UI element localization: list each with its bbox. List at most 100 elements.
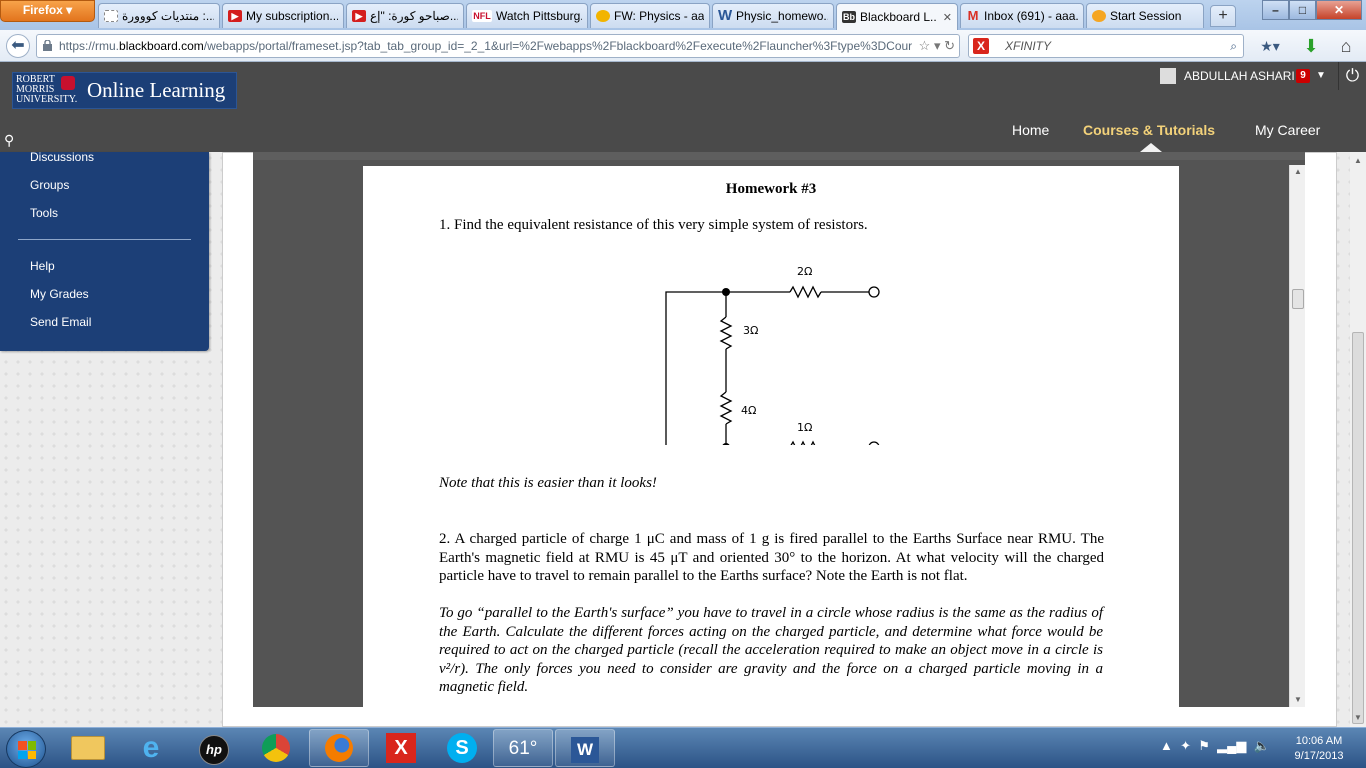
show-hidden-icons-chevron-icon[interactable]: ▲ xyxy=(1160,738,1173,753)
page-scrollbar[interactable]: ▲ ▼ xyxy=(1350,152,1366,727)
word-app-icon[interactable]: W xyxy=(555,729,615,767)
tab-youtube-sabahu[interactable]: ▶ صباحو كورة: "إع... xyxy=(346,3,464,28)
new-tab-button[interactable]: + xyxy=(1210,5,1236,27)
tab-label: منتديات كووورة :... xyxy=(122,9,214,23)
tray-app-icon[interactable]: ✦ xyxy=(1180,738,1191,753)
tab-koora[interactable]: منتديات كووورة :... xyxy=(98,3,220,28)
search-engine-label: XFINITY xyxy=(1005,39,1052,53)
system-tray: ▲ ✦ ⚑ ▂▄▆ 🔈 xyxy=(1160,738,1270,754)
page-icon xyxy=(104,10,118,22)
bookmark-star-icon[interactable]: ☆ xyxy=(919,38,931,53)
xfinity-logo-icon: X xyxy=(973,38,989,54)
action-center-flag-icon[interactable]: ⚑ xyxy=(1198,738,1210,753)
sidebar-item-my-grades[interactable]: My Grades xyxy=(30,287,89,301)
resistor-2-ohm xyxy=(789,285,822,299)
link-icon[interactable]: ⚲ xyxy=(4,132,14,149)
weather-gadget[interactable]: 61° xyxy=(493,729,553,767)
sidebar-item-discussions[interactable]: Discussions xyxy=(30,150,94,164)
viewer-toolbar xyxy=(253,152,1305,160)
tab-youtube-subscriptions[interactable]: ▶ My subscription... xyxy=(222,3,344,28)
avatar xyxy=(1160,68,1176,84)
tab-label: Blackboard L... xyxy=(860,10,937,24)
tab-nfl[interactable]: NFL Watch Pittsburg... xyxy=(466,3,588,28)
tab-physics-homework[interactable]: W Physic_homewo... xyxy=(712,3,834,28)
home-icon[interactable]: ⌂ xyxy=(1334,34,1358,58)
tab-gmail-inbox[interactable]: M Inbox (691) - aaa... xyxy=(960,3,1084,28)
bookmarks-menu-icon[interactable]: ★▾ xyxy=(1256,34,1284,58)
volume-icon[interactable]: 🔈 xyxy=(1254,738,1270,753)
reload-icon[interactable]: ↻ xyxy=(944,38,955,53)
url-path: /webapps/portal/frameset.jsp?tab_tab_gro… xyxy=(203,39,913,53)
label-4-ohm: 4Ω xyxy=(741,404,756,417)
nav-home[interactable]: Home xyxy=(1012,122,1049,138)
sidebar-item-groups[interactable]: Groups xyxy=(30,178,69,192)
nav-my-career[interactable]: My Career xyxy=(1255,122,1320,138)
blackboard-icon: Bb xyxy=(842,11,856,23)
tab-label: My subscription... xyxy=(246,9,338,23)
maximize-icon[interactable]: □ xyxy=(1289,0,1316,20)
question-2-hint: To go “parallel to the Earth's surface” … xyxy=(439,605,1103,695)
taskbar-clock[interactable]: 10:06 AM 9/17/2013 xyxy=(1284,734,1354,764)
browser-titlebar: Firefox ▾ منتديات كووورة :... ▶ My subsc… xyxy=(0,0,1366,30)
page-scroll-thumb[interactable] xyxy=(1352,332,1364,724)
junction-node xyxy=(722,443,730,445)
url-bar[interactable]: https://rmu.blackboard.com/webapps/porta… xyxy=(36,34,960,58)
junction-node xyxy=(722,288,730,296)
session-icon xyxy=(1092,10,1106,22)
url-domain: blackboard.com xyxy=(119,39,204,53)
resistor-3-ohm xyxy=(719,316,733,350)
tab-label: Inbox (691) - aaa... xyxy=(984,9,1078,23)
online-learning-title: Online Learning xyxy=(87,78,226,102)
scroll-down-icon[interactable]: ▼ xyxy=(1350,711,1366,725)
label-1-ohm: 1Ω xyxy=(797,421,812,434)
start-button[interactable] xyxy=(6,730,46,768)
document-scrollbar[interactable]: ▲ ▼ xyxy=(1289,165,1305,707)
terminal-bottom xyxy=(868,441,880,445)
search-icon[interactable]: ⌕ xyxy=(1230,35,1237,57)
tab-strip: منتديات كووورة :... ▶ My subscription...… xyxy=(98,3,1236,30)
search-bar[interactable]: X XFINITY ⌕ xyxy=(968,34,1244,58)
sidebar-item-tools[interactable]: Tools xyxy=(30,206,58,220)
network-signal-icon[interactable]: ▂▄▆ xyxy=(1217,738,1246,753)
rmu-logo[interactable]: ROBERT MORRIS UNIVERSITY. Online Learnin… xyxy=(12,72,237,109)
close-window-icon[interactable]: ✕ xyxy=(1316,0,1362,20)
chevron-down-icon[interactable]: ▼ xyxy=(1316,70,1326,81)
minimize-icon[interactable]: – xyxy=(1262,0,1289,20)
logout-power-icon[interactable]: ⏻ xyxy=(1338,62,1366,90)
tab-blackboard[interactable]: Bb Blackboard L... ✕ xyxy=(836,3,958,30)
question-1-note: Note that this is easier than it looks! xyxy=(439,475,657,491)
question-2: 2. A charged particle of charge 1 μC and… xyxy=(439,531,1104,584)
xfinity-app-icon[interactable]: X xyxy=(371,729,431,767)
skype-icon[interactable]: S xyxy=(432,729,492,767)
document-page: Homework #3 1. Find the equivalent resis… xyxy=(363,166,1179,711)
notification-badge[interactable]: 9 xyxy=(1296,69,1310,83)
back-arrow-icon[interactable]: ⬅ xyxy=(6,34,30,58)
sidebar-item-send-email[interactable]: Send Email xyxy=(30,315,91,329)
label-2-ohm: 2Ω xyxy=(797,265,812,278)
active-nav-pointer xyxy=(1140,143,1162,152)
chrome-icon[interactable] xyxy=(246,729,306,767)
windows-taskbar: e hp X S 61° W ▲ ✦ ⚑ ▂▄▆ 🔈 10:06 AM 9/17… xyxy=(0,727,1366,768)
youtube-icon: ▶ xyxy=(352,10,366,22)
scroll-up-icon[interactable]: ▲ xyxy=(1290,165,1306,179)
tab-label: Start Session xyxy=(1110,9,1182,23)
scroll-down-icon[interactable]: ▼ xyxy=(1290,693,1306,707)
circuit-wire-left xyxy=(665,291,726,445)
download-arrow-icon[interactable]: ⬇ xyxy=(1300,34,1322,58)
course-menu: Discussions Groups Tools Help My Grades … xyxy=(0,150,209,351)
clock-time: 10:06 AM xyxy=(1295,735,1343,747)
firefox-menu-button[interactable]: Firefox ▾ xyxy=(0,0,95,22)
document-scroll-thumb[interactable] xyxy=(1292,289,1304,309)
internet-explorer-icon[interactable]: e xyxy=(121,729,181,767)
dropdown-chevron-icon[interactable]: ▾ xyxy=(934,38,941,53)
tab-start-session[interactable]: Start Session xyxy=(1086,3,1204,28)
firefox-icon[interactable] xyxy=(309,729,369,767)
hp-icon[interactable]: hp xyxy=(184,729,244,767)
tab-outlook-physics[interactable]: FW: Physics - aa... xyxy=(590,3,710,28)
explorer-folder-icon[interactable] xyxy=(58,729,118,767)
nav-courses-tutorials[interactable]: Courses & Tutorials xyxy=(1083,122,1215,138)
close-tab-icon[interactable]: ✕ xyxy=(943,11,952,24)
scroll-up-icon[interactable]: ▲ xyxy=(1350,154,1366,168)
tab-label: Watch Pittsburg... xyxy=(496,9,582,23)
sidebar-item-help[interactable]: Help xyxy=(30,259,55,273)
